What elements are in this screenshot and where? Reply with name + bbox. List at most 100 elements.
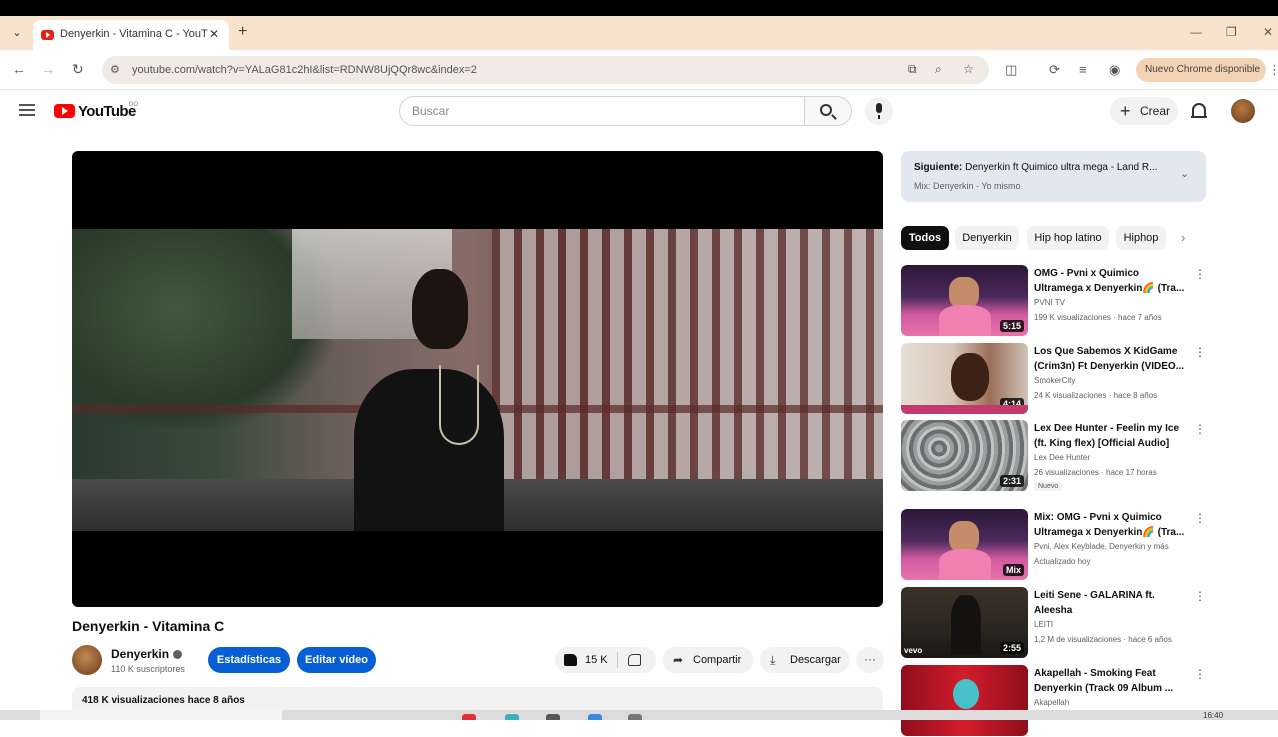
chip-todos[interactable]: Todos bbox=[901, 226, 949, 250]
browser-tab-active[interactable]: Denyerkin - Vitamina C - YouTube ✕ bbox=[33, 20, 229, 50]
search-button[interactable] bbox=[805, 96, 852, 126]
create-button[interactable]: + Crear bbox=[1110, 97, 1178, 125]
recommendation-item[interactable]: Mix Mix: OMG - Pvni x Quimico Ultramega x… bbox=[901, 509, 1211, 581]
chip-hiphop[interactable]: Hiphop bbox=[1116, 226, 1166, 250]
share-button[interactable]: ➦ Compartir bbox=[663, 647, 753, 673]
recommendation-channel[interactable]: Akapellah bbox=[1034, 698, 1069, 707]
youtube-header: YouTube DO Buscar + Crear bbox=[0, 90, 1278, 134]
recommendation-item[interactable]: 4:14 Los Que Sabemos X KidGame (Crim3n) F… bbox=[901, 343, 1211, 415]
video-duration: 4:14 bbox=[999, 398, 1024, 410]
download-label: Descargar bbox=[790, 654, 841, 666]
edit-video-button[interactable]: Editar vídeo bbox=[297, 647, 376, 673]
more-options-icon[interactable]: ⋮ bbox=[1194, 589, 1206, 603]
recommendation-channel[interactable]: Pvni, Alex Keyblade, Denyerkin y más bbox=[1034, 542, 1169, 551]
restore-button[interactable]: ❐ bbox=[1226, 25, 1237, 39]
youtube-logo-text: YouTube bbox=[78, 103, 136, 120]
like-count[interactable]: 15 K bbox=[585, 654, 608, 666]
extension-icon[interactable]: ⟳ bbox=[1049, 62, 1060, 78]
profile-icon[interactable]: ◉ bbox=[1109, 62, 1120, 78]
video-player[interactable] bbox=[72, 151, 883, 607]
taskbar-app-icon[interactable] bbox=[462, 714, 476, 720]
stats-button[interactable]: Estadísticas bbox=[208, 647, 290, 673]
taskbar-app-icon[interactable] bbox=[588, 714, 602, 720]
recommendation-title[interactable]: OMG - Pvni x Quimico Ultramega x Denyerk… bbox=[1034, 266, 1190, 296]
video-fence bbox=[492, 229, 883, 489]
more-options-icon[interactable]: ⋮ bbox=[1194, 511, 1206, 525]
video-thumbnail[interactable]: Mix bbox=[901, 509, 1028, 580]
media-control-icon[interactable]: ≡ bbox=[1079, 62, 1087, 77]
recommendation-meta: 26 visualizaciones · hace 17 horas bbox=[1034, 468, 1157, 477]
new-tab-button[interactable]: + bbox=[238, 24, 247, 40]
video-thumbnail[interactable]: 2:31 bbox=[901, 420, 1028, 491]
cast-icon[interactable]: ⧉ bbox=[908, 62, 917, 77]
video-person bbox=[354, 269, 504, 531]
site-info-icon[interactable]: ⚙ bbox=[110, 63, 120, 76]
recommendation-channel[interactable]: PVNI TV bbox=[1034, 298, 1065, 307]
chip-hip-hop-latino[interactable]: Hip hop latino bbox=[1027, 226, 1109, 250]
taskbar-app-icon[interactable] bbox=[546, 714, 560, 720]
taskbar-app-icon[interactable] bbox=[505, 714, 519, 720]
browser-menu-icon[interactable]: ⋮ bbox=[1268, 62, 1278, 78]
next-label: Siguiente: bbox=[914, 162, 963, 173]
notifications-bell-icon[interactable] bbox=[1191, 103, 1207, 118]
back-arrow-icon[interactable]: ← bbox=[12, 61, 26, 77]
recommendation-title[interactable]: Leiti Sene - GALARINA ft. Aleesha bbox=[1034, 588, 1190, 618]
tab-search-chevron-icon[interactable]: ⌄ bbox=[8, 24, 26, 42]
video-duration: Mix bbox=[1002, 564, 1024, 576]
close-window-button[interactable]: ✕ bbox=[1263, 25, 1273, 39]
next-title: Denyerkin ft Quimico ultra mega - Land R… bbox=[965, 162, 1158, 173]
recommendation-channel[interactable]: Lex Dee Hunter bbox=[1034, 453, 1090, 462]
search-input[interactable]: Buscar bbox=[399, 96, 805, 126]
subscriber-count: 110 K suscriptores bbox=[111, 664, 185, 674]
menu-hamburger-icon[interactable] bbox=[19, 104, 35, 116]
forward-arrow-icon[interactable]: → bbox=[41, 61, 55, 77]
like-thumb-icon[interactable] bbox=[564, 654, 577, 666]
more-options-icon[interactable]: ⋮ bbox=[1194, 667, 1206, 681]
tab-close-icon[interactable]: ✕ bbox=[209, 27, 219, 41]
recommendation-channel[interactable]: LEITI bbox=[1034, 620, 1053, 629]
zoom-icon[interactable]: ⌕ bbox=[935, 62, 942, 77]
voice-search-button[interactable] bbox=[865, 97, 893, 125]
browser-toolbar: ← → ↻ ⚙ youtube.com/watch?v=YALaG81c2hI&… bbox=[0, 50, 1278, 90]
chip-denyerkin[interactable]: Denyerkin bbox=[955, 226, 1019, 250]
recommendation-title[interactable]: Lex Dee Hunter - Feelin my Ice (ft. King… bbox=[1034, 421, 1190, 451]
recommendation-item[interactable]: 5:15 OMG - Pvni x Quimico Ultramega x Den… bbox=[901, 265, 1211, 337]
plus-icon: + bbox=[1120, 101, 1131, 121]
channel-name-text[interactable]: Denyerkin bbox=[111, 647, 169, 661]
more-options-icon[interactable]: ⋮ bbox=[1194, 422, 1206, 436]
more-options-icon[interactable]: ⋮ bbox=[1194, 267, 1206, 281]
recommendation-title[interactable]: Mix: OMG - Pvni x Quimico Ultramega x De… bbox=[1034, 510, 1190, 540]
address-bar[interactable]: ⚙ youtube.com/watch?v=YALaG81c2hI&list=R… bbox=[102, 56, 989, 84]
reload-icon[interactable]: ↻ bbox=[72, 61, 84, 77]
video-thumbnail[interactable]: 2:55 vevo bbox=[901, 587, 1028, 658]
more-options-icon[interactable]: ⋮ bbox=[1194, 345, 1206, 359]
video-thumbnail[interactable] bbox=[901, 665, 1028, 736]
channel-name[interactable]: Denyerkin bbox=[111, 647, 183, 661]
chrome-update-button[interactable]: Nuevo Chrome disponible bbox=[1136, 58, 1266, 82]
more-actions-button[interactable]: ··· bbox=[856, 647, 884, 673]
bookmark-star-icon[interactable]: ☆ bbox=[963, 62, 974, 76]
os-taskbar: 16:40 bbox=[0, 710, 1278, 720]
url-text[interactable]: youtube.com/watch?v=YALaG81c2hI&list=RDN… bbox=[132, 64, 477, 76]
clock-time: 16:40 bbox=[1203, 711, 1224, 720]
mix-playlist-header[interactable]: Siguiente: Denyerkin ft Quimico ultra me… bbox=[901, 151, 1206, 202]
taskbar-app-icon[interactable] bbox=[628, 714, 642, 720]
recommendation-title[interactable]: Los Que Sabemos X KidGame (Crim3n) Ft De… bbox=[1034, 344, 1190, 374]
recommendation-channel[interactable]: SmokerCity bbox=[1034, 376, 1075, 385]
recommendation-title[interactable]: Akapellah - Smoking Feat Denyerkin (Trac… bbox=[1034, 666, 1190, 696]
video-thumbnail[interactable]: 5:15 bbox=[901, 265, 1028, 336]
download-button[interactable]: ⤓ Descargar bbox=[760, 647, 850, 673]
dislike-icon[interactable] bbox=[628, 654, 641, 666]
chevron-right-icon[interactable]: › bbox=[1181, 230, 1185, 245]
recommendation-item[interactable]: Akapellah - Smoking Feat Denyerkin (Trac… bbox=[901, 665, 1211, 737]
minimize-button[interactable]: — bbox=[1190, 25, 1202, 39]
like-divider bbox=[617, 652, 618, 668]
chevron-down-icon[interactable]: ⌄ bbox=[1180, 167, 1189, 180]
channel-avatar[interactable] bbox=[72, 645, 102, 675]
new-badge: Nuevo bbox=[1034, 482, 1063, 491]
recommendation-item[interactable]: 2:31 Lex Dee Hunter - Feelin my Ice (ft. … bbox=[901, 420, 1211, 492]
recommendation-item[interactable]: 2:55 vevo Leiti Sene - GALARINA ft. Aleesh… bbox=[901, 587, 1211, 659]
extensions-icon[interactable]: ◫ bbox=[1005, 62, 1017, 78]
account-avatar[interactable] bbox=[1231, 99, 1255, 123]
video-thumbnail[interactable]: 4:14 bbox=[901, 343, 1028, 414]
